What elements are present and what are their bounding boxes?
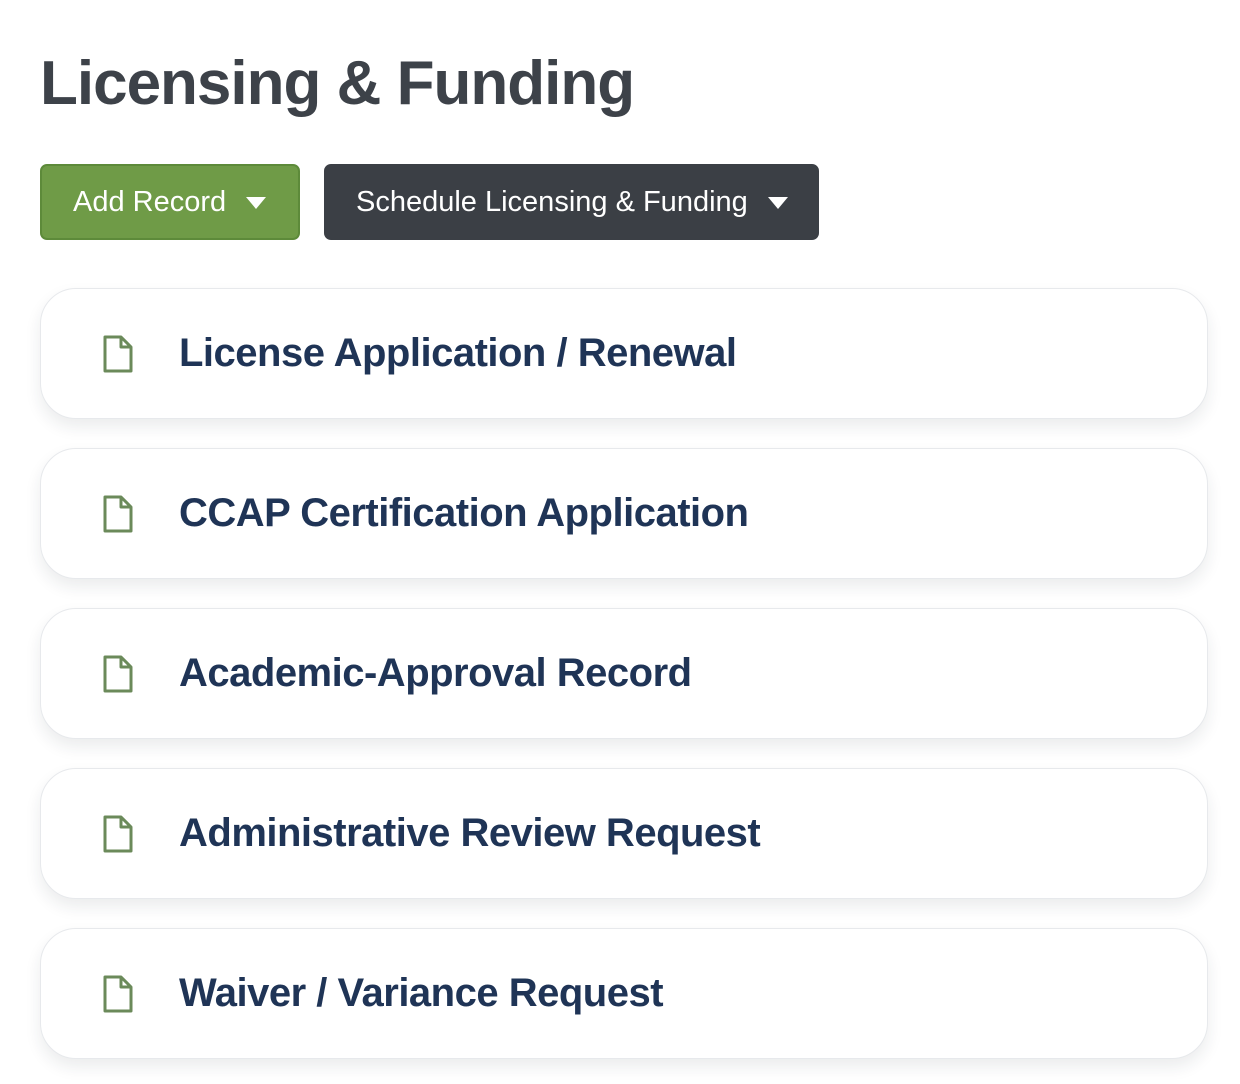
- document-icon: [102, 335, 134, 373]
- add-record-button[interactable]: Add Record: [40, 164, 300, 240]
- document-icon: [102, 655, 134, 693]
- chevron-down-icon: [767, 197, 788, 209]
- record-label: Administrative Review Request: [179, 811, 761, 855]
- document-icon: [102, 815, 134, 853]
- record-item[interactable]: Administrative Review Request: [40, 768, 1208, 899]
- page: Licensing & Funding Add Record Schedule …: [0, 0, 1240, 1084]
- schedule-licensing-funding-button[interactable]: Schedule Licensing & Funding: [324, 164, 819, 240]
- record-item[interactable]: Waiver / Variance Request: [40, 928, 1208, 1059]
- record-label: CCAP Certification Application: [179, 491, 749, 535]
- record-label: License Application / Renewal: [179, 331, 737, 375]
- schedule-label: Schedule Licensing & Funding: [356, 185, 748, 218]
- document-icon: [102, 495, 134, 533]
- record-item[interactable]: Academic-Approval Record: [40, 608, 1208, 739]
- chevron-down-icon: [246, 197, 267, 209]
- record-item[interactable]: License Application / Renewal: [40, 288, 1208, 419]
- page-title: Licensing & Funding: [40, 49, 635, 118]
- record-list: License Application / Renewal CCAP Certi…: [40, 288, 1208, 1084]
- record-item[interactable]: CCAP Certification Application: [40, 448, 1208, 579]
- record-label: Academic-Approval Record: [179, 651, 692, 695]
- add-record-label: Add Record: [73, 185, 227, 218]
- record-label: Waiver / Variance Request: [179, 971, 664, 1015]
- document-icon: [102, 975, 134, 1013]
